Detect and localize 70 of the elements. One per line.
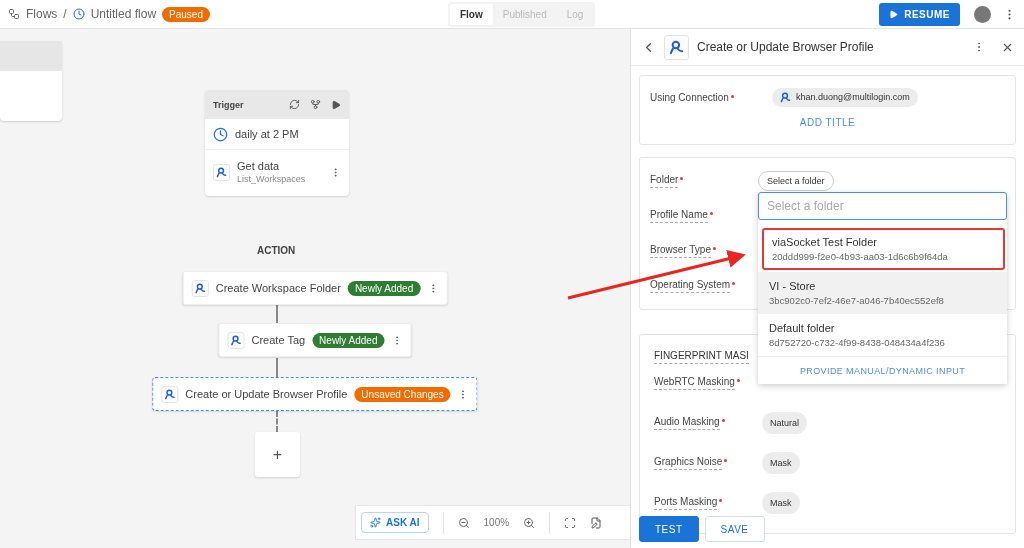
app-logo-icon <box>669 39 684 55</box>
fit-view-icon[interactable] <box>564 516 577 529</box>
status-badge: Unsaved Changes <box>354 386 451 402</box>
panel-title: Create or Update Browser Profile <box>697 40 875 54</box>
option-name: Default folder <box>769 322 836 334</box>
value-chip[interactable]: Mask <box>762 492 800 514</box>
folder-option[interactable]: viaSocket Test Folder 20ddd999-f2e0-4b93-aa03-1d6c6b9f64da <box>762 228 1005 270</box>
folder-chip[interactable]: Select a folder <box>758 170 834 191</box>
connection-chip[interactable]: khan.duong@multilogin.com <box>772 87 918 107</box>
action-node[interactable]: Create Workspace Folder Newly Added <box>182 271 448 305</box>
refresh-icon[interactable] <box>289 99 300 110</box>
section-title: FINGERPRINT MASI <box>654 350 749 364</box>
field-label: Operating System <box>650 278 731 293</box>
panel-button[interactable]: SAVE <box>704 516 765 542</box>
step-title: Get data <box>237 160 281 172</box>
field-label: Profile Name <box>650 208 708 223</box>
field-label: Folder <box>650 173 679 188</box>
option-id: 8d752720-c732-4f99-8438-048434a4f236 <box>769 337 946 348</box>
field-label: Graphics Noise <box>654 456 723 470</box>
field-label: Audio Masking <box>654 416 720 430</box>
status-badge: Newly Added <box>347 280 421 296</box>
notes-icon[interactable] <box>590 516 603 529</box>
option-name: viaSocket Test Folder <box>772 236 878 248</box>
fork-icon[interactable] <box>310 99 321 110</box>
app-logo-icon <box>780 91 791 103</box>
action-title: Create or Update Browser Profile <box>185 388 348 400</box>
sparkle-icon <box>370 517 381 528</box>
manual-input-button[interactable]: PROVIDE MANUAL/DYNAMIC INPUT <box>758 356 1007 384</box>
section-label: ACTION <box>257 245 296 256</box>
status-badge: Newly Added <box>312 332 385 348</box>
user-avatar[interactable] <box>974 5 991 23</box>
step-subtitle: List_Workspaces <box>237 174 307 184</box>
zoom-level: 100% <box>483 517 510 528</box>
value-chip[interactable]: Natural <box>762 412 807 434</box>
trigger-card[interactable]: Trigger daily at 2 PM Get data List_Workspaces <box>205 90 349 196</box>
flows-icon <box>8 8 20 20</box>
folder-search-field[interactable]: Select a folder <box>758 192 1007 220</box>
panel-button[interactable]: TEST <box>639 516 699 542</box>
ask-ai-button[interactable]: ASK AI <box>361 512 429 533</box>
action-title: Create Workspace Folder <box>215 282 341 294</box>
play-icon <box>889 9 899 19</box>
zoom-in-icon[interactable] <box>523 516 536 529</box>
field-label: WebRTC Masking <box>654 376 735 390</box>
card-header <box>0 41 62 71</box>
zoom-out-icon[interactable] <box>457 516 470 529</box>
field-label: Ports Masking <box>654 496 718 510</box>
add-title-link[interactable]: ADD TITLE <box>793 116 862 129</box>
action-title: Create Tag <box>251 334 306 346</box>
add-step-button[interactable]: + <box>255 432 300 477</box>
play-icon[interactable] <box>331 99 341 110</box>
trigger-title: Trigger <box>213 99 245 110</box>
field-label: Using Connection <box>650 91 729 103</box>
value-chip[interactable]: Mask <box>762 452 800 474</box>
view-tab[interactable]: Flow <box>450 3 493 25</box>
option-id: 20ddd999-f2e0-4b93-aa03-1d6c6b9f64da <box>772 251 949 262</box>
clock-icon <box>213 126 228 142</box>
option-id: 3bc902c0-7ef2-46e7-a046-7b40ec552ef8 <box>769 295 945 306</box>
clock-icon <box>72 8 85 20</box>
action-node[interactable]: Create Tag Newly Added <box>218 323 412 357</box>
trigger-schedule: daily at 2 PM <box>235 128 299 140</box>
folder-option[interactable]: VI - Store 3bc902c0-7ef2-46e7-a046-7b40ec552ef8 <box>758 272 1007 314</box>
action-node[interactable]: Create or Update Browser Profile Unsaved Changes <box>152 377 478 411</box>
folder-option[interactable]: Default folder 8d752720-c732-4f99-8438-048434a4f236 <box>758 314 1007 356</box>
breadcrumb-separator: / <box>63 7 67 21</box>
breadcrumb-link[interactable]: Flows <box>26 7 58 21</box>
field-label: Browser Type <box>650 243 711 258</box>
flow-name: Untitled flow <box>90 7 157 21</box>
status-badge: Paused <box>162 6 210 22</box>
resume-button[interactable]: RESUME <box>879 2 960 26</box>
option-name: VI - Store <box>769 280 817 292</box>
